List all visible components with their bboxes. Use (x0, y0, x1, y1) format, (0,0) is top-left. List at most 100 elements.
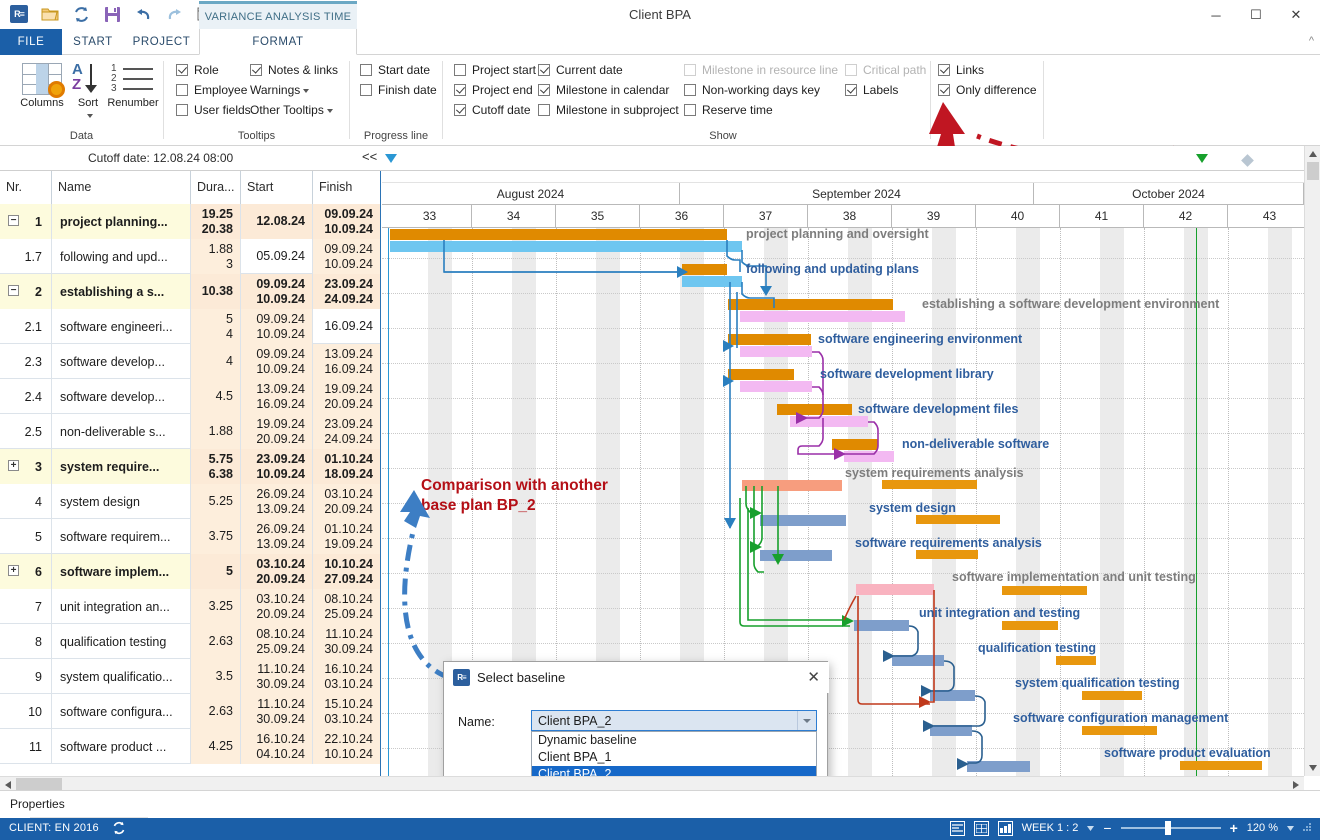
task-bar-baseline[interactable] (967, 761, 1030, 772)
properties-tab[interactable]: Properties (10, 797, 65, 811)
checkbox-start-date[interactable]: Start date (360, 63, 430, 77)
zoom-slider[interactable] (1120, 821, 1221, 835)
timescale-dropdown-icon[interactable] (1087, 822, 1095, 834)
checkbox-project-end[interactable]: Project end (454, 83, 533, 97)
checkbox-project-start[interactable]: Project start (454, 63, 536, 77)
column-header-finish[interactable]: Finish (313, 171, 380, 204)
task-bar-current[interactable] (390, 229, 727, 240)
task-bar-current[interactable] (832, 439, 878, 450)
table-row[interactable]: 8 qualification testing 2.63 08.10.24 25.09.… (0, 624, 380, 659)
table-row[interactable]: 2.5 non-deliverable s... 1.88 19.09.24 20.09… (0, 414, 380, 449)
table-row[interactable]: 2.1 software engineeri... 5 4 09.09.24 10.09.… (0, 309, 380, 344)
checkbox-notes-links[interactable]: Notes & links (250, 63, 338, 77)
minimize-button[interactable]: ─ (1196, 2, 1236, 28)
table-row[interactable]: 7 unit integration an... 3.25 03.10.24 20.09… (0, 589, 380, 624)
baseline-option[interactable]: Client BPA_1 (532, 749, 816, 766)
checkbox-reserve-time[interactable]: Reserve time (684, 103, 773, 117)
task-bar-baseline[interactable] (760, 515, 846, 526)
task-bar-difference[interactable] (1082, 726, 1157, 735)
checkbox-milestone-in-subproject[interactable]: Milestone in subproject (538, 103, 679, 117)
row-expander[interactable]: − (8, 285, 19, 296)
checkbox-labels[interactable]: Labels (845, 83, 898, 97)
scroll-down-button[interactable] (1305, 760, 1320, 776)
table-row[interactable]: 11 software product ... 4.25 16.10.24 04.10.… (0, 729, 380, 764)
scroll-up-button[interactable] (1305, 146, 1320, 162)
vertical-scrollbar[interactable] (1304, 146, 1320, 776)
row-expander[interactable]: + (8, 460, 19, 471)
checkbox-links[interactable]: Links (938, 63, 984, 77)
task-bar-difference[interactable] (1180, 761, 1262, 770)
table-row[interactable]: −1 project planning... 19.25 20.38 12.08.24 0… (0, 204, 380, 239)
checkbox-milestone-in-resource-line[interactable]: Milestone in resource line (684, 63, 838, 77)
baseline-option[interactable]: Dynamic baseline (532, 732, 816, 749)
checkbox-role[interactable]: Role (176, 63, 219, 77)
table-row[interactable]: 2.3 software develop... 4 09.09.24 10.09.24 1… (0, 344, 380, 379)
tab-project[interactable]: PROJECT (124, 29, 199, 55)
task-bar-baseline[interactable] (682, 276, 742, 287)
table-row[interactable]: −2 establishing a s... 10.38 09.09.24 10.09.… (0, 274, 380, 309)
menu-other-tooltips[interactable]: Other Tooltips (250, 103, 333, 117)
task-bar-baseline[interactable] (844, 451, 894, 462)
sort-dropdown-icon[interactable] (66, 110, 110, 122)
close-button[interactable]: ✕ (1276, 2, 1316, 28)
grid-view-icon[interactable] (973, 820, 989, 836)
chevron-down-icon[interactable] (797, 711, 816, 730)
table-row[interactable]: 9 system qualificatio... 3.5 11.10.24 30.09.… (0, 659, 380, 694)
table-row[interactable]: 2.4 software develop... 4.5 13.09.24 16.09.2… (0, 379, 380, 414)
sync-icon[interactable] (112, 821, 126, 838)
table-row[interactable]: +6 software implem... 5 03.10.24 20.09.24 10.… (0, 554, 380, 589)
task-bar-baseline[interactable] (740, 381, 812, 392)
column-header-name[interactable]: Name (52, 171, 191, 204)
task-bar-difference[interactable] (1082, 691, 1142, 700)
checkbox-cutoff-date[interactable]: Cutoff date (454, 103, 531, 117)
task-bar-current[interactable] (777, 404, 852, 415)
task-bar-current[interactable] (728, 299, 893, 310)
checkbox-non-working-days-key[interactable]: Non-working days key (684, 83, 820, 97)
column-header-nr[interactable]: Nr. (0, 171, 52, 204)
chart-view-icon[interactable] (997, 820, 1013, 836)
table-row[interactable]: 1.7 following and upd... 1.88 3 05.09.24 09.0… (0, 239, 380, 274)
task-bar-baseline[interactable] (740, 346, 812, 357)
task-bar-baseline[interactable] (854, 620, 909, 631)
checkbox-only-difference[interactable]: Only difference (938, 83, 1037, 97)
checkbox-milestone-in-calendar[interactable]: Milestone in calendar (538, 83, 669, 97)
task-bar-difference[interactable] (1002, 586, 1087, 595)
task-bar-difference[interactable] (916, 515, 1000, 524)
collapse-pane-button[interactable]: << (362, 149, 377, 164)
task-bar-baseline[interactable] (930, 690, 975, 701)
columns-button[interactable]: Columns (12, 63, 72, 109)
task-bar-difference[interactable] (1056, 656, 1096, 665)
zoom-dropdown-icon[interactable] (1287, 822, 1294, 834)
zoom-in-button[interactable]: + (1230, 820, 1238, 836)
task-bar-baseline[interactable] (742, 480, 842, 491)
checkbox-critical-path[interactable]: Critical path (845, 63, 926, 77)
checkbox-user-fields[interactable]: User fields (176, 103, 251, 117)
vertical-scrollbar-thumb[interactable] (1307, 162, 1319, 180)
task-bar-difference[interactable] (916, 550, 978, 559)
table-row[interactable]: 5 software requirem... 3.75 26.09.24 13.09.2… (0, 519, 380, 554)
task-bar-baseline[interactable] (740, 311, 905, 322)
checkbox-finish-date[interactable]: Finish date (360, 83, 437, 97)
table-row[interactable]: 10 software configura... 2.63 11.10.24 30.09… (0, 694, 380, 729)
task-bar-baseline[interactable] (390, 241, 742, 252)
checkbox-employee[interactable]: Employee (176, 83, 247, 97)
zoom-out-button[interactable]: − (1103, 820, 1111, 836)
baseline-select[interactable]: Client BPA_2 (531, 710, 817, 731)
task-bar-baseline[interactable] (930, 725, 972, 736)
task-bar-current[interactable] (728, 334, 811, 345)
row-expander[interactable]: − (8, 215, 19, 226)
task-bar-baseline[interactable] (856, 584, 934, 595)
zoom-slider-thumb[interactable] (1164, 821, 1171, 835)
tab-format[interactable]: FORMAT (199, 29, 357, 55)
ribbon-collapse-icon[interactable]: ^ (1309, 35, 1314, 47)
task-bar-current[interactable] (682, 264, 727, 275)
table-row[interactable]: +3 system require... 5.75 6.38 23.09.24 10.09… (0, 449, 380, 484)
checkbox-current-date[interactable]: Current date (538, 63, 623, 77)
menu-warnings[interactable]: Warnings (250, 83, 310, 97)
table-row[interactable]: 4 system design 5.25 26.09.24 13.09.24 03.10.… (0, 484, 380, 519)
task-bar-baseline[interactable] (760, 550, 832, 561)
list-view-icon[interactable] (949, 820, 965, 836)
column-header-start[interactable]: Start (241, 171, 313, 204)
tab-start[interactable]: START (62, 29, 124, 55)
resize-grip-icon[interactable] (1303, 822, 1312, 834)
